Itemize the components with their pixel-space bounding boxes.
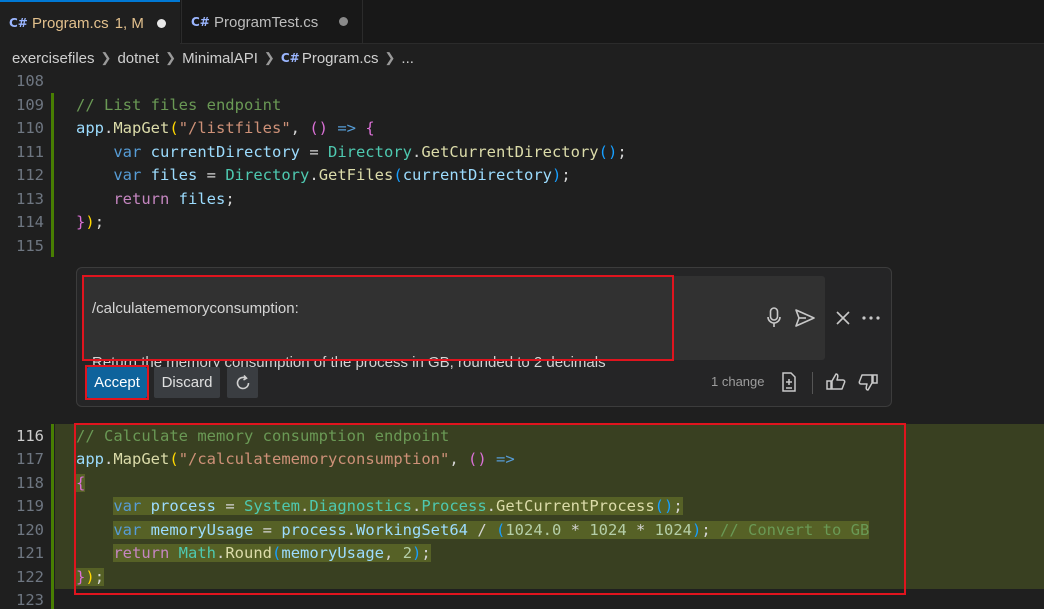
- tab-label: ProgramTest.cs: [214, 13, 319, 31]
- line-number: 116: [16, 426, 44, 445]
- prompt-highlight-box: [82, 275, 674, 361]
- tab-status: 1, M: [114, 14, 144, 32]
- code-line: 112 var files = Directory.GetFiles(curre…: [0, 164, 1044, 188]
- regenerate-button[interactable]: [227, 367, 258, 398]
- chevron-right-icon: ❯: [100, 50, 112, 65]
- line-number: 123: [16, 591, 44, 609]
- send-icon[interactable]: [793, 306, 817, 330]
- tab-programtest-cs[interactable]: C# ProgramTest.cs: [181, 0, 363, 44]
- line-number: 118: [16, 473, 44, 492]
- code-line: 109 // List files endpoint: [0, 94, 1044, 118]
- line-number: 119: [16, 497, 44, 515]
- discard-button[interactable]: Discard: [154, 367, 220, 398]
- line-number: 115: [16, 236, 44, 255]
- generated-code-highlight-box: [74, 423, 906, 595]
- breadcrumb-item[interactable]: Program.cs: [302, 50, 379, 67]
- thumbs-up-icon[interactable]: [825, 371, 847, 393]
- chevron-right-icon: ❯: [384, 50, 396, 65]
- microphone-icon[interactable]: [763, 306, 785, 330]
- line-number: 114: [16, 213, 44, 231]
- line-number: 112: [16, 166, 44, 184]
- chevron-right-icon: ❯: [263, 50, 275, 65]
- code-line: 108: [0, 70, 1044, 94]
- close-icon[interactable]: [833, 308, 853, 328]
- csharp-file-icon: C#: [9, 16, 28, 30]
- code-line: 115: [0, 235, 1044, 259]
- line-number: 122: [16, 567, 44, 586]
- unsaved-dot-icon[interactable]: [339, 17, 348, 26]
- more-actions-icon[interactable]: [859, 308, 883, 328]
- accept-highlight-box: [85, 365, 149, 400]
- divider: [812, 372, 813, 394]
- editor-tab-bar: C# Program.cs 1, M C# ProgramTest.cs: [0, 0, 1044, 44]
- line-number: 108: [16, 72, 44, 90]
- unsaved-dot-icon[interactable]: [157, 19, 166, 28]
- line-number: 110: [16, 119, 44, 137]
- breadcrumb-item[interactable]: exercisefiles: [12, 50, 95, 67]
- line-number: 117: [16, 450, 44, 468]
- tab-label: Program.cs: [32, 14, 109, 32]
- breadcrumb-item[interactable]: dotnet: [117, 50, 159, 67]
- tab-program-cs[interactable]: C# Program.cs 1, M: [0, 0, 180, 44]
- breadcrumb-item[interactable]: MinimalAPI: [182, 50, 258, 67]
- change-count-label[interactable]: 1 change: [711, 374, 765, 389]
- view-diff-icon[interactable]: [779, 371, 799, 393]
- thumbs-down-icon[interactable]: [857, 371, 879, 393]
- breadcrumb: exercisefiles ❯ dotnet ❯ MinimalAPI ❯ C#…: [0, 44, 1044, 72]
- code-line: 113 return files;: [0, 188, 1044, 212]
- inline-chat-widget: /calculatememoryconsumption: Return the …: [76, 267, 892, 407]
- chevron-right-icon: ❯: [165, 50, 177, 65]
- line-number: 113: [16, 189, 44, 208]
- code-line: 110 app.MapGet("/listfiles", () => {: [0, 117, 1044, 141]
- line-number: 120: [16, 520, 44, 539]
- csharp-file-icon: C#: [191, 15, 210, 29]
- csharp-file-icon: C#: [280, 51, 300, 65]
- line-number: 111: [16, 142, 44, 161]
- refresh-icon: [236, 374, 249, 389]
- line-number: 109: [16, 95, 44, 114]
- code-comment: // List files endpoint: [76, 95, 282, 114]
- breadcrumb-item[interactable]: ...: [401, 50, 414, 67]
- code-line: 114});: [0, 211, 1044, 235]
- line-number: 121: [16, 544, 44, 562]
- code-line: 111 var currentDirectory = Directory.Get…: [0, 141, 1044, 165]
